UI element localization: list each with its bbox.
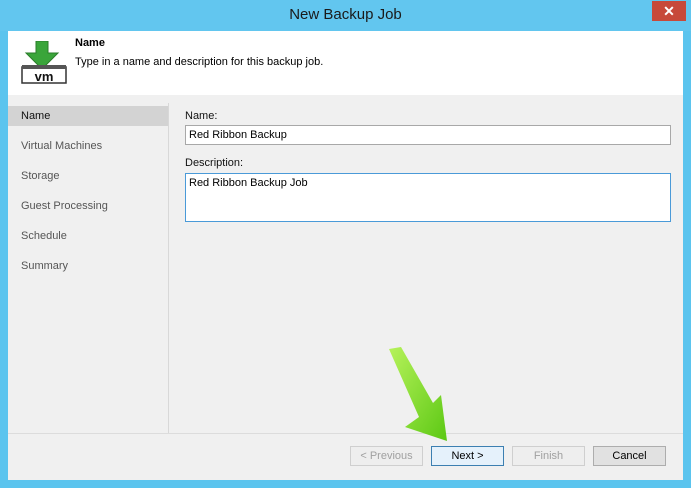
close-button[interactable]: ✕ [652, 1, 686, 21]
vm-icon-text: vm [35, 69, 54, 84]
next-button[interactable]: Next > [431, 446, 504, 466]
footer-divider [8, 433, 683, 434]
description-label: Description: [185, 157, 244, 169]
vm-backup-icon: vm [21, 41, 67, 84]
wizard-body: vm Name Type in a name and description f… [8, 31, 683, 480]
sidebar-item-storage[interactable]: Storage [8, 166, 168, 186]
description-textarea[interactable]: Red Ribbon Backup Job [185, 173, 671, 222]
step-title: Name [75, 37, 105, 49]
sidebar-item-name[interactable]: Name [8, 106, 168, 126]
name-input[interactable] [185, 125, 671, 145]
wizard-header: vm Name Type in a name and description f… [8, 31, 683, 95]
close-icon: ✕ [663, 2, 675, 19]
name-step-form: Name: Description: Red Ribbon Backup Job [185, 109, 675, 429]
sidebar-item-guest-processing[interactable]: Guest Processing [8, 196, 168, 216]
title-bar: New Backup Job ✕ [0, 0, 691, 31]
cancel-button[interactable]: Cancel [593, 446, 666, 466]
sidebar-item-summary[interactable]: Summary [8, 256, 168, 276]
previous-button[interactable]: < Previous [350, 446, 423, 466]
name-label: Name: [185, 110, 218, 122]
sidebar-item-virtual-machines[interactable]: Virtual Machines [8, 136, 168, 156]
window-title: New Backup Job [289, 6, 402, 23]
finish-button[interactable]: Finish [512, 446, 585, 466]
step-description: Type in a name and description for this … [75, 56, 324, 68]
wizard-step-list: Name Virtual Machines Storage Guest Proc… [8, 103, 169, 433]
sidebar-item-schedule[interactable]: Schedule [8, 226, 168, 246]
